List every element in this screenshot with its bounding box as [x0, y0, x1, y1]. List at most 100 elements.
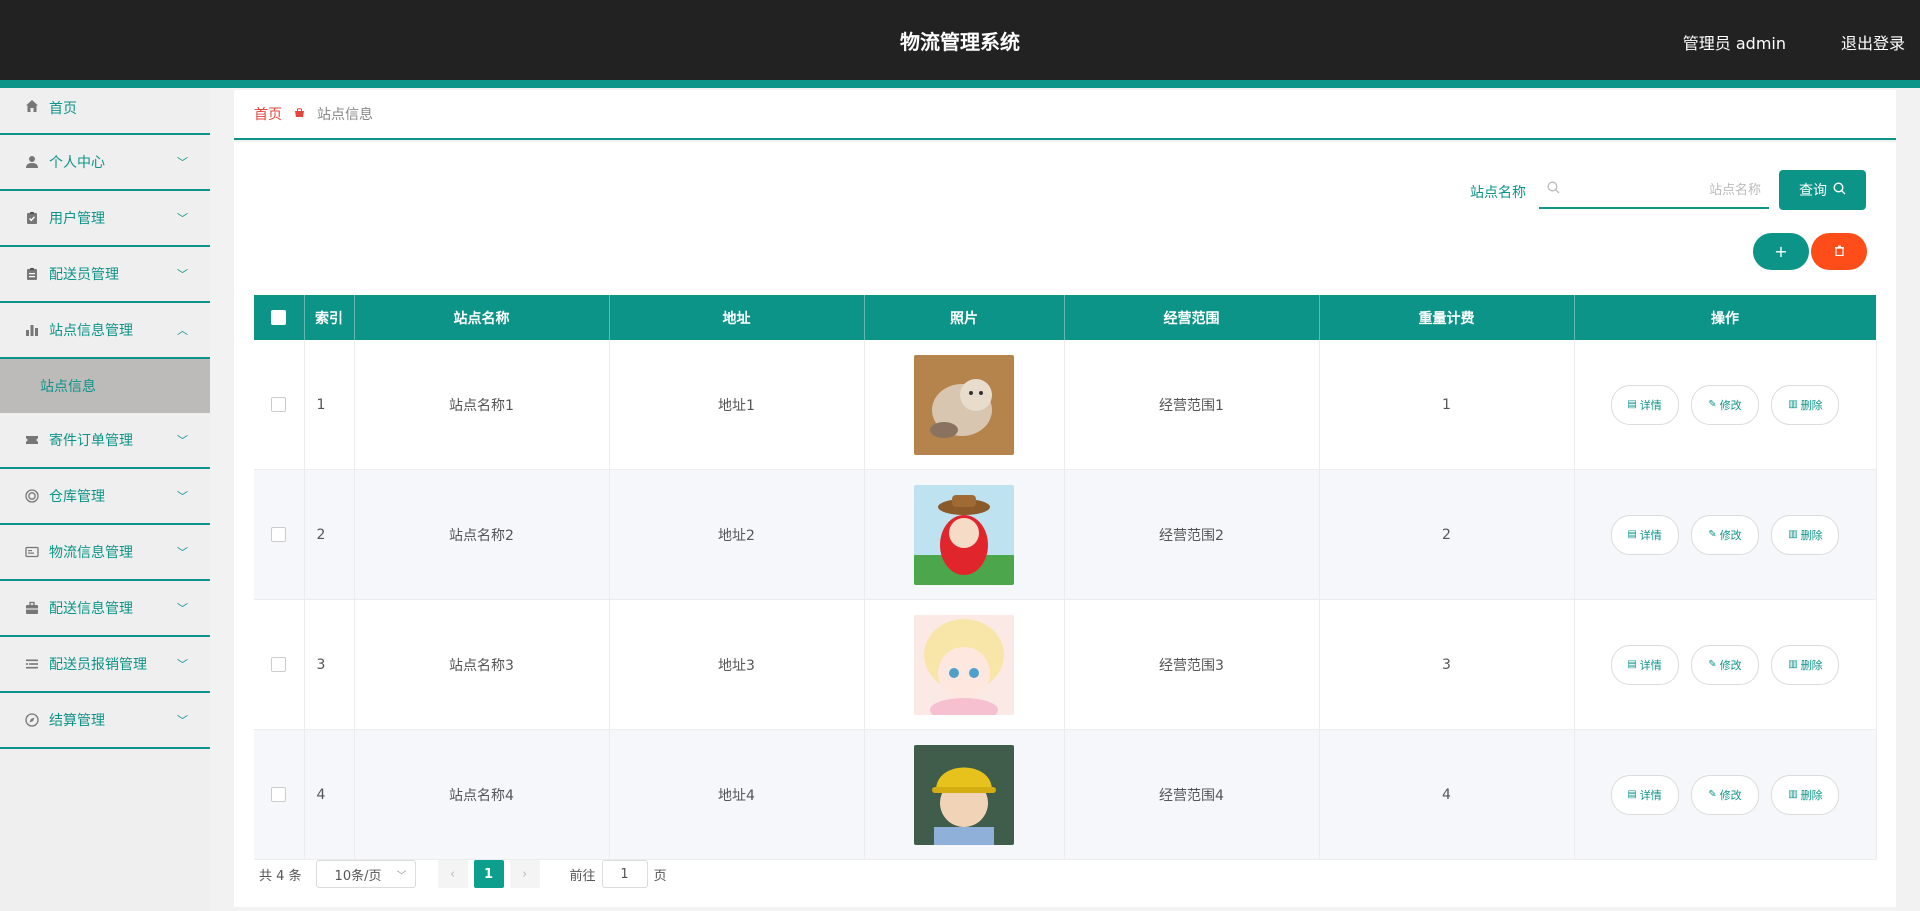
chevron-down-icon: ﹀ — [177, 546, 188, 559]
detail-button[interactable]: ▤ 详情 — [1610, 774, 1679, 815]
sidebar-item-courier-reimbursement[interactable]: 配送员报销管理 ﹀ — [0, 637, 210, 693]
edit-button[interactable]: ✎ 修改 — [1691, 644, 1759, 685]
sidebar-item-label: 寄件订单管理 — [49, 433, 133, 449]
chevron-left-icon: ‹ — [449, 866, 456, 882]
sidebar-item-label: 站点信息管理 — [49, 323, 133, 339]
row-checkbox[interactable] — [271, 397, 287, 412]
sidebar-item-label: 物流信息管理 — [49, 545, 133, 561]
delete-button[interactable]: ▥ 删除 — [1771, 774, 1840, 815]
logout-link[interactable]: 退出登录 — [1841, 30, 1905, 54]
detail-button[interactable]: ▤ 详情 — [1610, 514, 1679, 555]
fee-cell: 3 — [1319, 599, 1575, 730]
document-icon: ▤ — [1627, 399, 1637, 410]
select-all-checkbox[interactable] — [271, 310, 287, 325]
total-count: 共 4 条 — [259, 868, 302, 884]
search-input[interactable] — [1569, 171, 1767, 209]
detail-label: 详情 — [1639, 398, 1662, 412]
current-user-label: 管理员 admin — [1682, 34, 1786, 53]
chevron-down-icon: ﹀ — [177, 156, 188, 169]
station-table: 索引 站点名称 地址 照片 经营范围 重量计费 操作 1 站点名称1 地址1 经… — [254, 295, 1877, 860]
header-accent-stripe — [0, 80, 1920, 88]
breadcrumb-home[interactable]: 首页 — [254, 104, 282, 124]
edit-button[interactable]: ✎ 修改 — [1691, 514, 1759, 555]
delete-label: 删除 — [1800, 398, 1823, 412]
goto-label: 前往 — [569, 868, 596, 884]
delete-button[interactable]: ▥ 删除 — [1771, 514, 1840, 555]
station-name-cell: 站点名称1 — [354, 340, 610, 470]
sidebar-item-station-management[interactable]: 站点信息管理 ︿ — [0, 303, 210, 359]
row-checkbox[interactable] — [271, 527, 287, 542]
column-header: 重量计费 — [1319, 295, 1575, 340]
column-header: 索引 — [304, 295, 355, 340]
edit-label: 修改 — [1719, 658, 1742, 672]
edit-button[interactable]: ✎ 修改 — [1691, 774, 1759, 815]
station-photo — [914, 484, 1014, 585]
column-header: 经营范围 — [1064, 295, 1320, 340]
postcard-icon — [24, 544, 40, 560]
prev-page-button[interactable]: ‹ — [437, 860, 468, 888]
sidebar-item-personal-center[interactable]: 个人中心 ﹀ — [0, 135, 210, 191]
photo-cell — [864, 469, 1065, 600]
row-checkbox[interactable] — [271, 657, 287, 672]
document-icon: ▤ — [1627, 529, 1637, 540]
pagination: 共 4 条 10条/页 ﹀ ‹ 1 › 前往 页 — [259, 860, 667, 888]
row-checkbox[interactable] — [271, 787, 287, 802]
sidebar-item-shipping-orders[interactable]: 寄件订单管理 ﹀ — [0, 413, 210, 469]
fee-cell: 1 — [1319, 340, 1575, 470]
index-cell: 3 — [304, 599, 355, 730]
search-icon — [1833, 181, 1846, 199]
delete-button[interactable]: ▥ 删除 — [1771, 384, 1840, 425]
trash-icon: ▥ — [1788, 659, 1798, 670]
actions-cell: ▤ 详情 ✎ 修改 ▥ 删除 — [1574, 340, 1877, 470]
row-select-cell — [254, 469, 305, 600]
scope-cell: 经营范围3 — [1064, 599, 1320, 730]
pencil-icon: ✎ — [1708, 399, 1717, 410]
station-photo — [914, 354, 1014, 455]
sidebar-item-user-management[interactable]: 用户管理 ﹀ — [0, 191, 210, 247]
column-header: 操作 — [1574, 295, 1877, 340]
row-select-cell — [254, 340, 305, 470]
user-icon — [24, 154, 40, 170]
station-photo — [914, 744, 1014, 845]
delete-button[interactable]: ▥ 删除 — [1771, 644, 1840, 685]
station-name-cell: 站点名称2 — [354, 469, 610, 600]
list-icon — [24, 656, 40, 672]
query-button[interactable]: 查询 — [1779, 170, 1866, 210]
sidebar-item-courier-management[interactable]: 配送员管理 ﹀ — [0, 247, 210, 303]
station-name-cell: 站点名称3 — [354, 599, 610, 730]
column-header: 站点名称 — [354, 295, 610, 340]
address-cell: 地址1 — [609, 340, 865, 470]
scope-cell: 经营范围4 — [1064, 729, 1320, 860]
goto-page-input[interactable] — [601, 860, 648, 888]
page-number-active[interactable]: 1 — [473, 860, 504, 888]
edit-label: 修改 — [1719, 788, 1742, 802]
sidebar-item-settlement[interactable]: 结算管理 ﹀ — [0, 693, 210, 749]
sidebar-item-delivery-info[interactable]: 配送信息管理 ﹀ — [0, 581, 210, 637]
edit-button[interactable]: ✎ 修改 — [1691, 384, 1759, 425]
detail-button[interactable]: ▤ 详情 — [1610, 384, 1679, 425]
sidebar-item-label: 配送信息管理 — [49, 601, 133, 617]
delete-label: 删除 — [1800, 788, 1823, 802]
add-button[interactable]: + — [1753, 233, 1809, 270]
sidebar-item-label: 用户管理 — [49, 211, 105, 227]
next-page-button[interactable]: › — [509, 860, 540, 888]
trash-icon — [1834, 245, 1845, 259]
chevron-down-icon: ﹀ — [177, 602, 188, 615]
search-label: 站点名称 — [1470, 185, 1526, 201]
sidebar-item-logistics-info[interactable]: 物流信息管理 ﹀ — [0, 525, 210, 581]
actions-cell: ▤ 详情 ✎ 修改 ▥ 删除 — [1574, 469, 1877, 600]
breadcrumb-current: 站点信息 — [317, 107, 373, 123]
detail-label: 详情 — [1639, 788, 1662, 802]
batch-delete-button[interactable] — [1811, 233, 1867, 270]
actions-cell: ▤ 详情 ✎ 修改 ▥ 删除 — [1574, 599, 1877, 730]
main-content: 站点名称 查询 + 索引 站点名称 地址 照片 经营范围 — [234, 142, 1896, 907]
detail-button[interactable]: ▤ 详情 — [1610, 644, 1679, 685]
row-select-cell — [254, 729, 305, 860]
column-header: 照片 — [864, 295, 1065, 340]
page-size-select[interactable]: 10条/页 ﹀ — [315, 860, 416, 888]
sidebar-item-warehouse-management[interactable]: 仓库管理 ﹀ — [0, 469, 210, 525]
top-header: 物流管理系统 管理员 admin 退出登录 — [0, 0, 1920, 80]
sidebar-subitem-station-info[interactable]: 站点信息 — [0, 359, 210, 413]
sidebar-item-home[interactable]: 首页 — [0, 88, 210, 135]
chevron-down-icon: ﹀ — [177, 212, 188, 225]
